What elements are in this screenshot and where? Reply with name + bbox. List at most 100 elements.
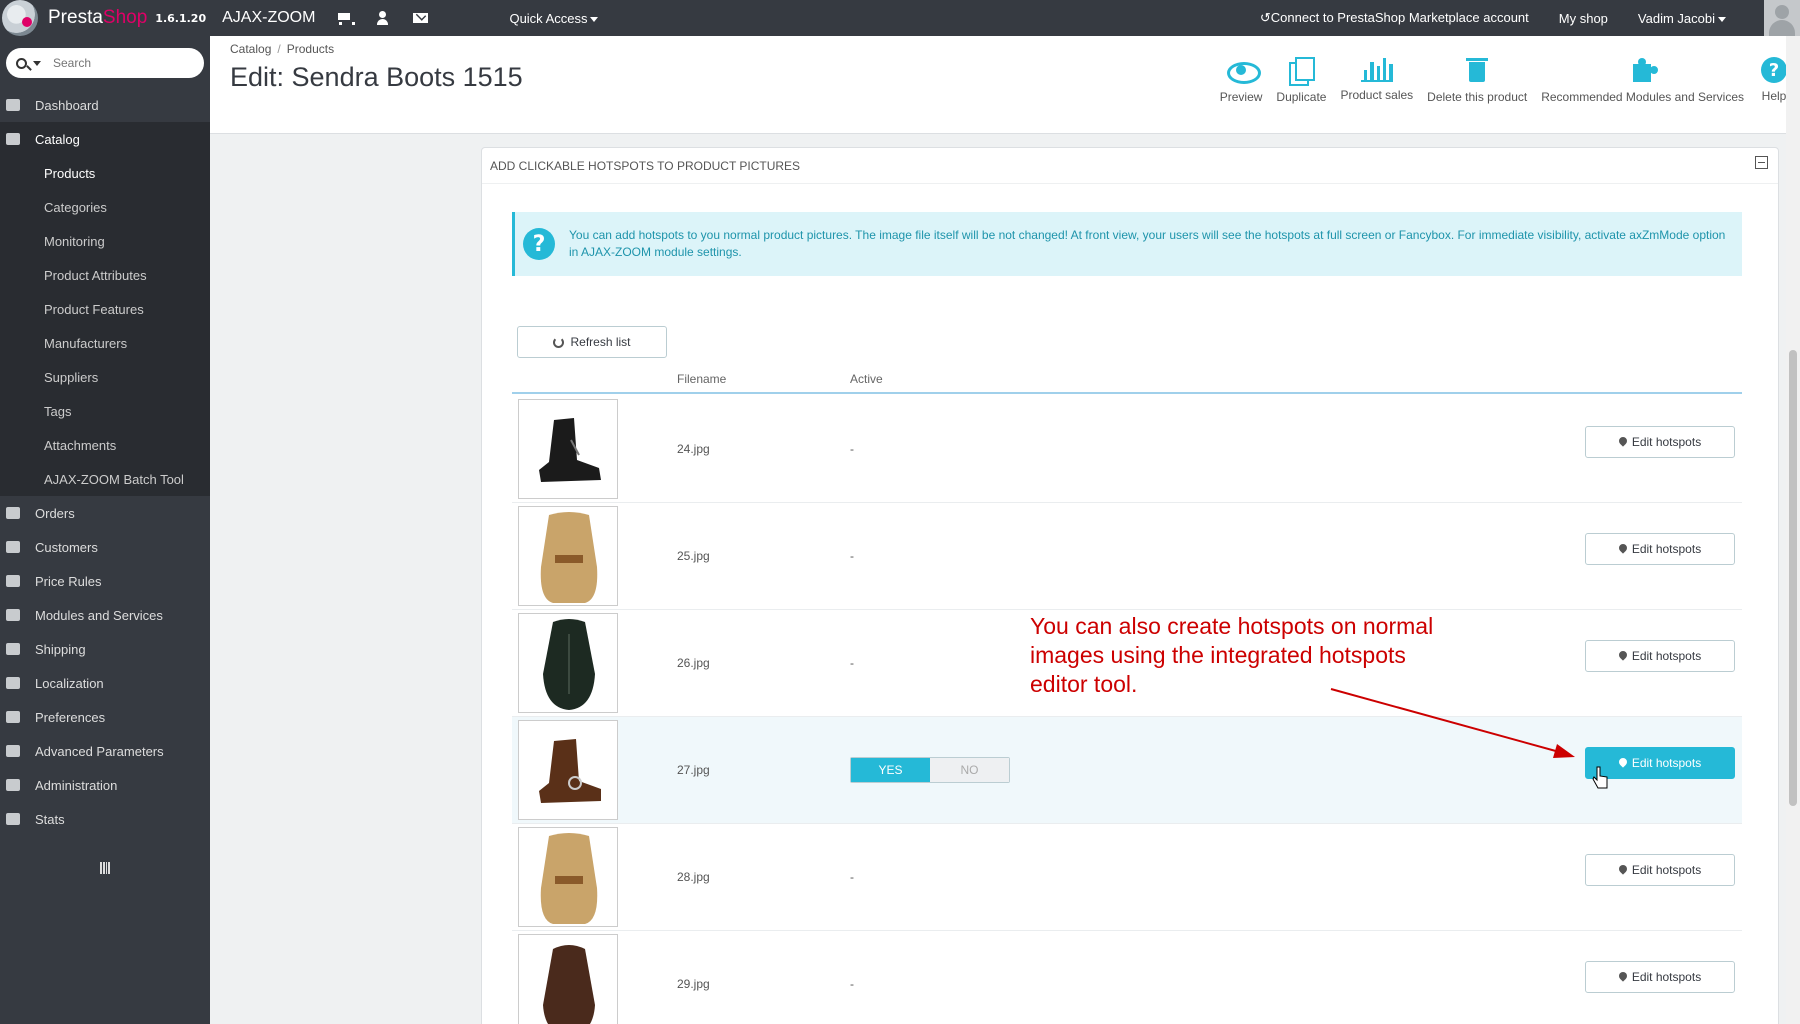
submenu-item-ajax-zoom-batch-tool[interactable]: AJAX-ZOOM Batch Tool — [0, 462, 210, 496]
alert-text: You can add hotspots to you normal produ… — [569, 228, 1726, 259]
submenu-item-suppliers[interactable]: Suppliers — [0, 360, 210, 394]
product-sales-button[interactable]: Product sales — [1340, 56, 1413, 104]
search-input[interactable] — [53, 56, 183, 70]
edit-hotspots-button[interactable]: Edit hotspots — [1585, 961, 1735, 993]
sidebar-item-orders[interactable]: Orders — [0, 496, 210, 530]
chevron-down-icon — [1718, 16, 1726, 22]
breadcrumb-products[interactable]: Products — [287, 42, 334, 56]
search-icon[interactable] — [16, 57, 27, 69]
cogs-icon — [6, 745, 20, 757]
sidebar-item-administration[interactable]: Administration — [0, 768, 210, 802]
avatar[interactable] — [1764, 0, 1800, 36]
toolbar: Preview Duplicate Product sales Delete t… — [1220, 56, 1790, 104]
cart-icon[interactable] — [337, 10, 356, 26]
product-image — [518, 613, 618, 713]
trash-icon — [1461, 56, 1493, 84]
product-image — [518, 506, 618, 606]
filename-cell: 28.jpg — [677, 870, 710, 884]
panel-heading: ADD CLICKABLE HOTSPOTS TO PRODUCT PICTUR… — [482, 148, 1778, 184]
quick-access-menu[interactable]: Quick Access — [509, 11, 599, 26]
sidebar-item-price-rules[interactable]: Price Rules — [0, 564, 210, 598]
product-image — [518, 827, 618, 927]
cursor-hand-icon — [1592, 766, 1608, 789]
puzzle-icon — [6, 609, 20, 621]
copy-icon — [1285, 56, 1317, 86]
product-image — [518, 720, 618, 820]
refresh-icon — [553, 336, 565, 348]
toggle-yes[interactable]: YES — [851, 758, 930, 782]
submenu-item-categories[interactable]: Categories — [0, 190, 210, 224]
mail-icon[interactable] — [413, 10, 429, 26]
version-label: 1.6.1.20 — [155, 11, 207, 25]
map-marker-icon — [1619, 544, 1627, 555]
column-active: Active — [850, 372, 883, 386]
recommended-modules-button[interactable]: Recommended Modules and Services — [1541, 56, 1744, 104]
filename-cell: 26.jpg — [677, 656, 710, 670]
customer-icon[interactable] — [375, 10, 391, 26]
filename-cell: 25.jpg — [677, 549, 710, 563]
sidebar-item-modules[interactable]: Modules and Services — [0, 598, 210, 632]
book-icon — [6, 133, 20, 145]
scrollbar[interactable] — [1786, 36, 1800, 1024]
sidebar-item-customers[interactable]: Customers — [0, 530, 210, 564]
product-image — [518, 399, 618, 499]
sidebar-item-advanced-parameters[interactable]: Advanced Parameters — [0, 734, 210, 768]
collapse-panel-icon[interactable] — [1755, 156, 1768, 169]
submenu-item-tags[interactable]: Tags — [0, 394, 210, 428]
tags-icon — [6, 575, 20, 587]
filename-cell: 24.jpg — [677, 442, 710, 456]
edit-hotspots-button[interactable]: Edit hotspots — [1585, 426, 1735, 458]
submenu-item-products[interactable]: Products — [0, 156, 210, 190]
sidebar-item-stats[interactable]: Stats — [0, 802, 210, 836]
submenu-item-product-attributes[interactable]: Product Attributes — [0, 258, 210, 292]
prestashop-logo-icon[interactable] — [2, 0, 38, 36]
table-header: Filename Active — [512, 362, 1742, 394]
table-row: 28.jpg - Edit hotspots — [512, 824, 1742, 931]
edit-hotspots-button[interactable]: Edit hotspots — [1585, 854, 1735, 886]
sidebar: Dashboard Catalog Products Categories Mo… — [0, 36, 210, 1024]
submenu-item-product-features[interactable]: Product Features — [0, 292, 210, 326]
table-row: 29.jpg - Edit hotspots — [512, 931, 1742, 1024]
chevron-down-icon[interactable] — [33, 60, 41, 66]
edit-hotspots-button[interactable]: Edit hotspots — [1585, 533, 1735, 565]
table-row: 25.jpg - Edit hotspots — [512, 503, 1742, 610]
table-row: 24.jpg - Edit hotspots — [512, 396, 1742, 503]
submenu-item-monitoring[interactable]: Monitoring — [0, 224, 210, 258]
submenu-item-manufacturers[interactable]: Manufacturers — [0, 326, 210, 360]
sidebar-collapse-icon[interactable] — [100, 862, 110, 874]
sidebar-item-dashboard[interactable]: Dashboard — [0, 88, 210, 122]
user-menu[interactable]: Vadim Jacobi — [1638, 11, 1756, 26]
refresh-list-button[interactable]: Refresh list — [517, 326, 667, 358]
sidebar-item-localization[interactable]: Localization — [0, 666, 210, 700]
cog-icon — [6, 779, 20, 791]
toggle-no[interactable]: NO — [930, 758, 1009, 782]
map-marker-icon — [1619, 865, 1627, 876]
filename-cell: 29.jpg — [677, 977, 710, 991]
sidebar-item-shipping[interactable]: Shipping — [0, 632, 210, 666]
scrollbar-thumb[interactable] — [1789, 350, 1797, 806]
submenu-item-attachments[interactable]: Attachments — [0, 428, 210, 462]
shop-name[interactable]: AJAX-ZOOM — [222, 9, 315, 27]
map-marker-icon — [1619, 651, 1627, 662]
map-marker-icon — [1619, 437, 1627, 448]
marketplace-link[interactable]: ↺Connect to PrestaShop Marketplace accou… — [1260, 10, 1529, 26]
edit-hotspots-button[interactable]: Edit hotspots — [1585, 640, 1735, 672]
preview-button[interactable]: Preview — [1220, 56, 1262, 104]
breadcrumb: Catalog / Products — [230, 42, 335, 56]
breadcrumb-catalog[interactable]: Catalog — [230, 42, 271, 56]
my-shop-link[interactable]: My shop — [1559, 11, 1608, 26]
active-cell: - — [850, 977, 854, 991]
sidebar-item-catalog[interactable]: Catalog — [0, 122, 210, 156]
bar-chart-icon — [6, 813, 20, 825]
top-bar: PrestaShop 1.6.1.20 AJAX-ZOOM Quick Acce… — [0, 0, 1800, 36]
delete-product-button[interactable]: Delete this product — [1427, 56, 1527, 104]
sidebar-item-preferences[interactable]: Preferences — [0, 700, 210, 734]
map-marker-icon — [1619, 758, 1627, 769]
chevron-down-icon — [590, 16, 599, 22]
search-box[interactable] — [6, 48, 204, 78]
users-icon — [6, 541, 20, 553]
catalog-submenu: Products Categories Monitoring Product A… — [0, 156, 210, 496]
page-header: Catalog / Products Edit: Sendra Boots 1515… — [210, 36, 1790, 134]
duplicate-button[interactable]: Duplicate — [1276, 56, 1326, 104]
active-toggle[interactable]: YES NO — [850, 757, 1010, 783]
